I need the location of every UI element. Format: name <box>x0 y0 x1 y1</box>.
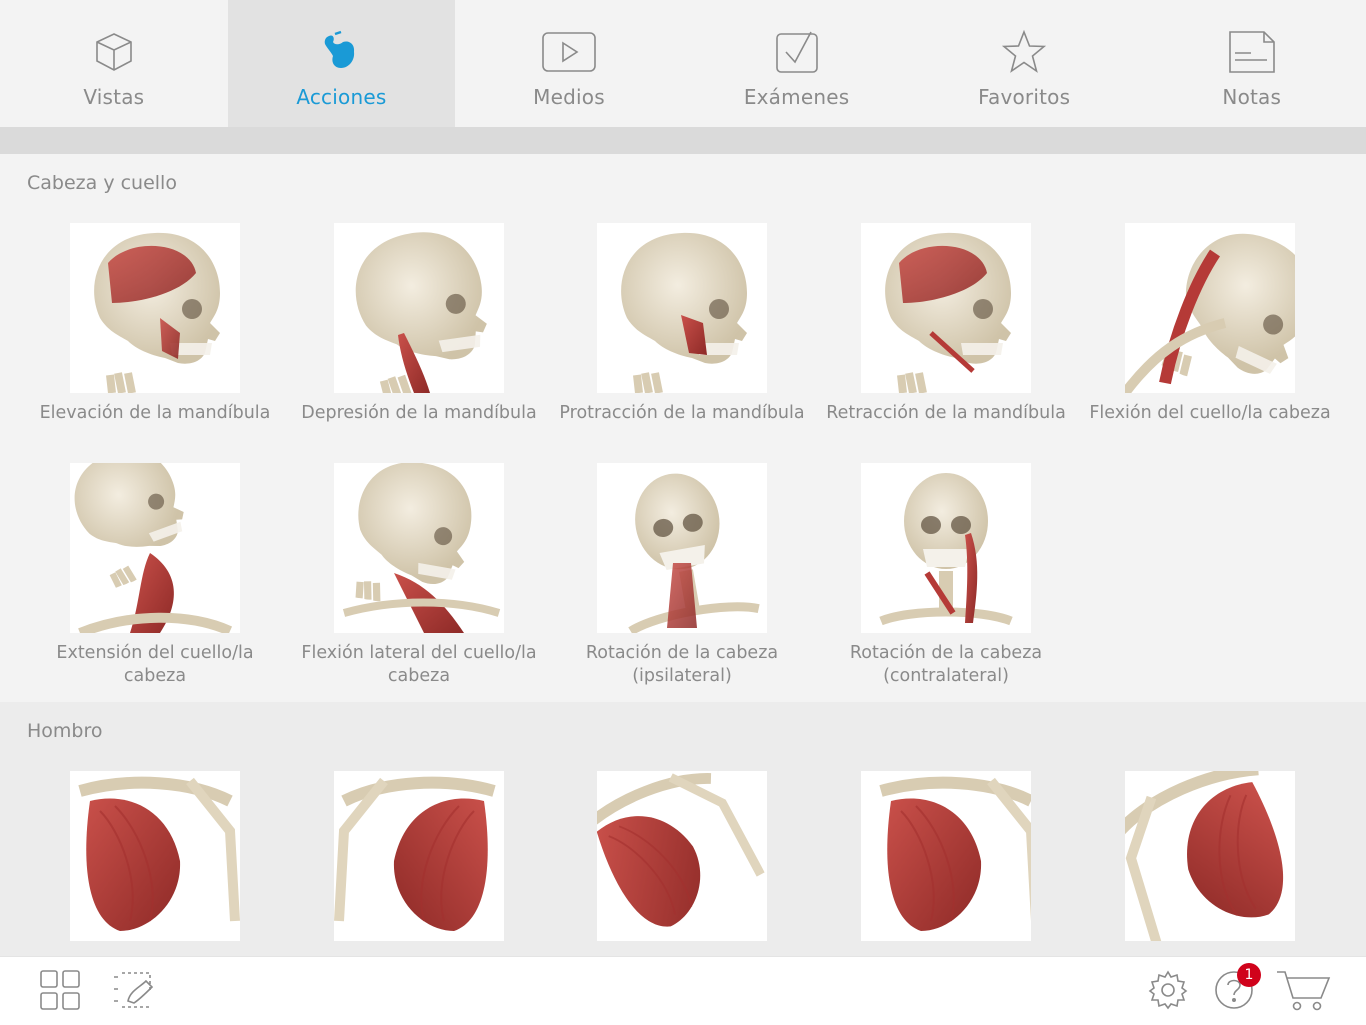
action-thumbnail <box>861 223 1031 393</box>
action-thumbnail <box>597 771 767 941</box>
action-thumbnail <box>70 463 240 633</box>
flexing-arm-icon <box>311 22 371 82</box>
action-thumbnail <box>70 771 240 941</box>
action-thumbnail <box>861 771 1031 941</box>
checkbox-icon <box>767 22 827 82</box>
action-thumbnail <box>334 463 504 633</box>
action-thumbnail <box>1125 771 1295 941</box>
bottom-toolbar: 1 <box>0 956 1366 1025</box>
action-card[interactable]: Rotación de la cabeza (contralateral) <box>821 463 1071 688</box>
tab-vistas[interactable]: Vistas <box>0 0 228 127</box>
settings-button[interactable] <box>1145 969 1191 1015</box>
action-thumbnail <box>597 463 767 633</box>
action-label: Protracción de la mandíbula <box>559 403 805 423</box>
section-cabeza-y-cuello: Cabeza y cuello Elevación de la mandíbul… <box>0 154 1366 702</box>
star-icon <box>994 22 1054 82</box>
action-thumbnail <box>1125 223 1295 393</box>
action-label: Rotación de la cabeza (contralateral) <box>849 643 1043 686</box>
actions-scroll-area[interactable]: Cabeza y cuello Elevación de la mandíbul… <box>0 154 1366 956</box>
tab-medios[interactable]: Medios <box>455 0 683 127</box>
note-icon <box>1222 22 1282 82</box>
action-card[interactable]: Depresión de la mandíbula <box>294 223 544 425</box>
action-thumbnail <box>861 463 1031 633</box>
action-label: Depresión de la mandíbula <box>301 403 537 423</box>
action-card[interactable]: Flexión del cuello/la cabeza <box>1085 223 1335 425</box>
action-label: Flexión lateral del cuello/la cabeza <box>301 643 537 686</box>
cart-icon <box>1275 968 1331 1016</box>
tab-label: Notas <box>1222 85 1282 109</box>
action-label: Rotación de la cabeza (ipsilateral) <box>585 643 779 686</box>
action-thumbnail <box>334 223 504 393</box>
action-thumbnail <box>70 223 240 393</box>
section-title: Hombro <box>27 720 103 742</box>
action-card[interactable]: Retracción de la mandíbula <box>821 223 1071 425</box>
tab-label: Vistas <box>83 85 145 109</box>
action-label: Retracción de la mandíbula <box>826 403 1066 423</box>
action-card[interactable]: Flexión lateral del cuello/la cabeza <box>294 463 544 688</box>
action-label: Elevación de la mandíbula <box>39 403 271 423</box>
section-title: Cabeza y cuello <box>27 172 177 194</box>
grid-icon <box>39 969 81 1015</box>
play-icon <box>539 22 599 82</box>
tab-notas[interactable]: Notas <box>1138 0 1366 127</box>
store-button[interactable] <box>1277 969 1331 1015</box>
tab-label: Acciones <box>296 85 387 109</box>
select-region-button[interactable] <box>110 969 156 1015</box>
action-thumbnail <box>334 771 504 941</box>
action-thumbnail <box>597 223 767 393</box>
action-card[interactable] <box>1085 771 1335 950</box>
tab-label: Exámenes <box>743 85 850 109</box>
notification-badge: 1 <box>1237 963 1261 987</box>
select-region-icon <box>110 969 156 1015</box>
action-card[interactable]: Elevación de la mandíbula <box>30 223 280 425</box>
action-card[interactable] <box>294 771 544 950</box>
help-button[interactable]: 1 <box>1211 963 1261 1015</box>
action-card[interactable]: Protracción de la mandíbula <box>557 223 807 425</box>
top-tab-bar: Vistas Acciones Medios Exámenes Favorito… <box>0 0 1366 127</box>
action-card[interactable] <box>30 771 280 950</box>
gear-icon <box>1147 969 1189 1015</box>
cube-icon <box>84 22 144 82</box>
action-card[interactable] <box>821 771 1071 950</box>
tab-label: Favoritos <box>978 85 1071 109</box>
tab-bar-divider <box>0 127 1366 154</box>
tab-label: Medios <box>533 85 605 109</box>
tab-examenes[interactable]: Exámenes <box>683 0 911 127</box>
tab-favoritos[interactable]: Favoritos <box>910 0 1138 127</box>
section-hombro: Hombro <box>0 702 1366 956</box>
action-card[interactable]: Extensión del cuello/la cabeza <box>30 463 280 688</box>
action-card[interactable] <box>557 771 807 950</box>
tab-acciones[interactable]: Acciones <box>227 0 456 127</box>
grid-view-button[interactable] <box>37 969 83 1015</box>
action-label: Extensión del cuello/la cabeza <box>56 643 254 686</box>
action-card[interactable]: Rotación de la cabeza (ipsilateral) <box>557 463 807 688</box>
action-label: Flexión del cuello/la cabeza <box>1089 403 1331 423</box>
